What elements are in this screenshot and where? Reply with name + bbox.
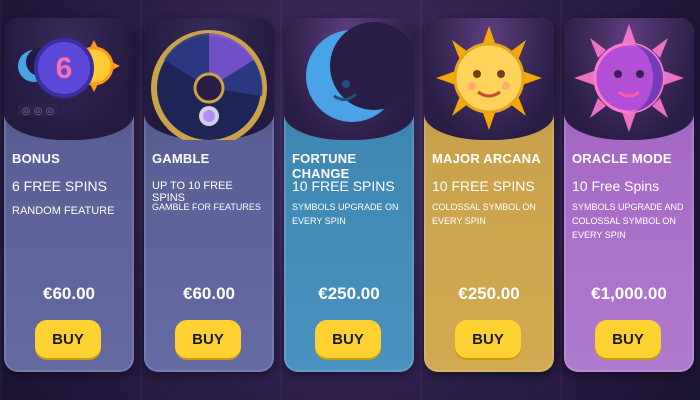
card-bonus[interactable]: 6 ◎ ◎ ◎ BONUS 6 FREE SPINS RANDOM FEATUR…	[4, 18, 134, 372]
card-price: €250.00	[458, 284, 520, 303]
card-spins: 10 FREE SPINS	[432, 178, 535, 194]
card-gamble[interactable]: GAMBLE UP TO 10 FREE SPINS GAMBLE FOR FE…	[144, 18, 274, 372]
buy-button[interactable]: BUY	[595, 320, 661, 358]
card-spins: 10 FREE SPINS	[292, 178, 395, 194]
card-title: FORTUNE CHANGE	[292, 151, 357, 181]
card-description: SYMBOLS UPGRADE ON EVERY SPIN	[292, 202, 399, 226]
card-oracle-mode[interactable]: ORACLE MODE 10 Free Spins SYMBOLS UPGRAD…	[564, 18, 694, 372]
card-price: €60.00	[183, 284, 235, 303]
card-description: COLOSSAL SYMBOL ON EVERY SPIN	[432, 202, 536, 226]
card-title: MAJOR ARCANA	[432, 151, 541, 166]
buy-button[interactable]: BUY	[315, 320, 381, 358]
card-spins: 6 FREE SPINS	[12, 178, 107, 194]
card-title: ORACLE MODE	[572, 151, 672, 166]
feature-buy-cards: 6 ◎ ◎ ◎ BONUS 6 FREE SPINS RANDOM FEATUR…	[4, 18, 696, 372]
buy-button[interactable]: BUY	[35, 320, 101, 358]
buy-button[interactable]: BUY	[175, 320, 241, 358]
card-major-arcana[interactable]: MAJOR ARCANA 10 FREE SPINS COLOSSAL SYMB…	[424, 18, 554, 372]
card-price: €250.00	[318, 284, 380, 303]
card-description: GAMBLE FOR FEATURES	[152, 202, 261, 212]
card-fortune-change[interactable]: FORTUNE CHANGE 10 FREE SPINS SYMBOLS UPG…	[284, 18, 414, 372]
buy-button[interactable]: BUY	[455, 320, 521, 358]
card-price: €1,000.00	[591, 284, 667, 303]
card-price: €60.00	[43, 284, 95, 303]
card-description: RANDOM FEATURE	[12, 205, 115, 217]
card-title: BONUS	[12, 151, 60, 166]
card-spins: 10 Free Spins	[572, 178, 660, 194]
card-description: SYMBOLS UPGRADE AND COLOSSAL SYMBOL ON E…	[572, 202, 684, 240]
card-title: GAMBLE	[152, 151, 210, 166]
